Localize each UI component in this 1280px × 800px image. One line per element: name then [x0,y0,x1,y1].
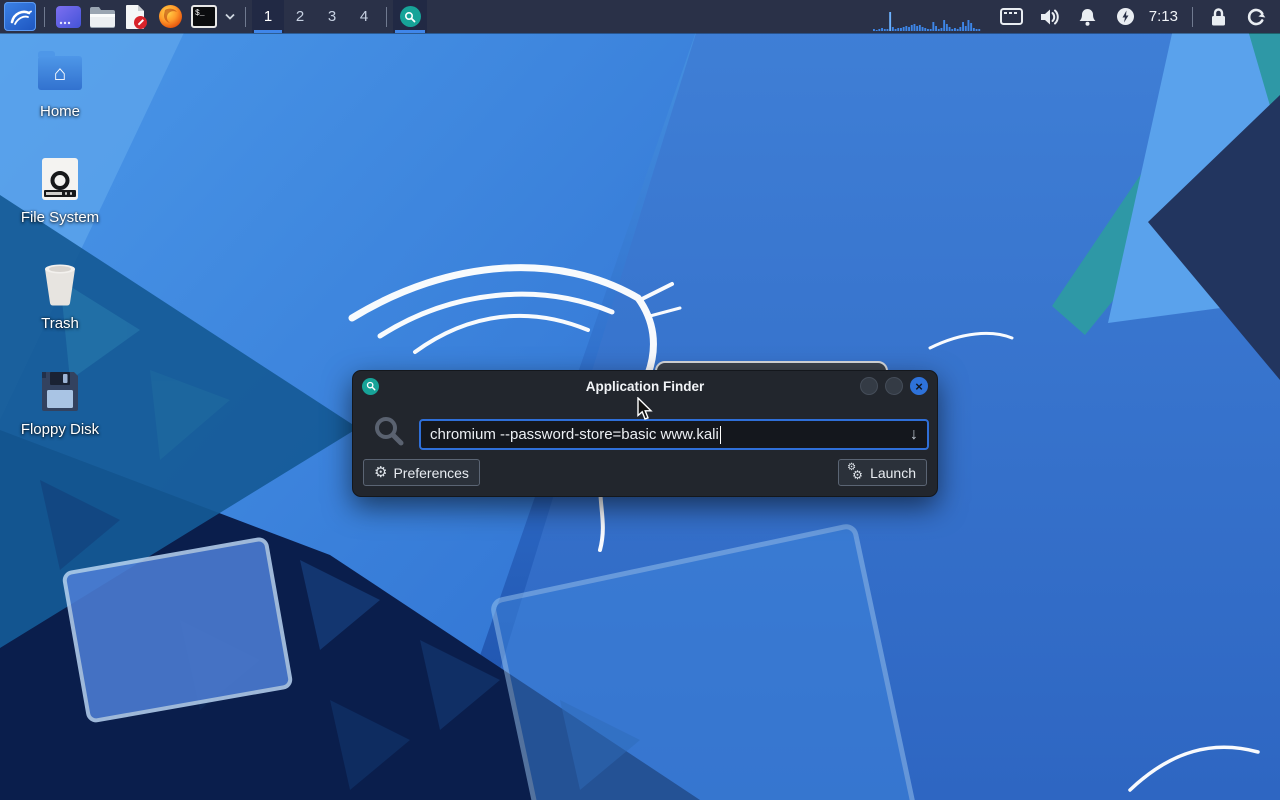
applications-menu-button[interactable] [2,0,38,33]
execute-gears-icon: ⚙ ⚙ [849,465,864,481]
panel-clock[interactable]: 7:13 [1149,8,1178,25]
lock-icon [1210,7,1227,27]
text-caret [720,426,722,444]
launcher-console[interactable] [51,0,85,33]
application-finder-window: Application Finder × chromium --password… [352,370,938,497]
svg-text:$_: $_ [195,9,205,18]
kali-logo-icon [8,6,32,28]
desktop-icon-label: Floppy Disk [8,421,112,438]
launcher-menu-chevron[interactable] [221,0,239,33]
console-icon [55,5,82,29]
logout-icon [1246,7,1266,27]
workspace-4[interactable]: 4 [348,0,380,33]
gear-icon: ⚙ [374,465,387,480]
panel-separator [386,7,387,27]
application-finder-icon [362,378,379,395]
launcher-firefox[interactable] [153,0,187,33]
desktop-icon-label: Home [8,103,112,120]
terminal-icon: $_ [191,5,217,28]
workspace-3[interactable]: 3 [316,0,348,33]
floppy-disk-icon [37,368,83,414]
file-system-drive-icon [37,156,83,202]
kali-desktop: $_ 1 2 3 4 [0,0,1280,800]
close-button[interactable]: × [910,377,928,395]
display-plugin-button[interactable] [1000,0,1024,33]
launch-button[interactable]: ⚙ ⚙ Launch [838,459,927,486]
desktop-icon-label: Trash [8,315,112,332]
volume-icon [1039,7,1061,27]
application-finder-icon [404,11,416,23]
power-manager-button[interactable] [1114,0,1138,33]
panel-separator [44,7,45,27]
cpu-graph[interactable] [873,9,983,33]
launcher-text-editor[interactable] [119,0,153,33]
search-icon [373,415,405,447]
taskbar-application-finder[interactable] [393,0,427,33]
maximize-button[interactable] [885,377,903,395]
top-panel: $_ 1 2 3 4 [0,0,1280,33]
notifications-bell-icon [1078,7,1097,27]
file-manager-icon [89,6,116,28]
preferences-button[interactable]: ⚙ Preferences [363,459,480,486]
chevron-down-icon [225,13,235,20]
desktop-icon-label: File System [8,209,112,226]
desktop-icon-file-system[interactable]: File System [8,156,112,226]
desktop-icon-floppy-disk[interactable]: Floppy Disk [8,368,112,438]
power-manager-icon [1116,7,1135,26]
workspace-2[interactable]: 2 [284,0,316,33]
launcher-file-manager[interactable] [85,0,119,33]
notifications-button[interactable] [1076,0,1100,33]
text-editor-icon [123,4,149,30]
panel-separator [245,7,246,27]
trash-icon [37,262,83,308]
minimize-button[interactable] [860,377,878,395]
history-dropdown-icon[interactable]: ↓ [910,426,918,444]
window-title: Application Finder [353,379,937,394]
command-input[interactable]: chromium --password-store=basic www.kali… [419,419,929,450]
panel-separator [1192,7,1193,27]
launcher-terminal[interactable]: $_ [187,0,221,33]
desktop-icon-home[interactable]: ⌂ Home [8,50,112,120]
display-icon [1000,8,1023,25]
firefox-icon [158,4,183,29]
mouse-cursor [637,397,655,421]
close-icon: × [915,380,923,393]
volume-button[interactable] [1038,0,1062,33]
workspace-1[interactable]: 1 [252,0,284,33]
lock-screen-button[interactable] [1206,0,1230,33]
command-text: chromium --password-store=basic www.kali [430,426,719,443]
home-folder-icon: ⌂ [37,50,83,96]
desktop-icon-trash[interactable]: Trash [8,262,112,332]
logout-button[interactable] [1244,0,1268,33]
